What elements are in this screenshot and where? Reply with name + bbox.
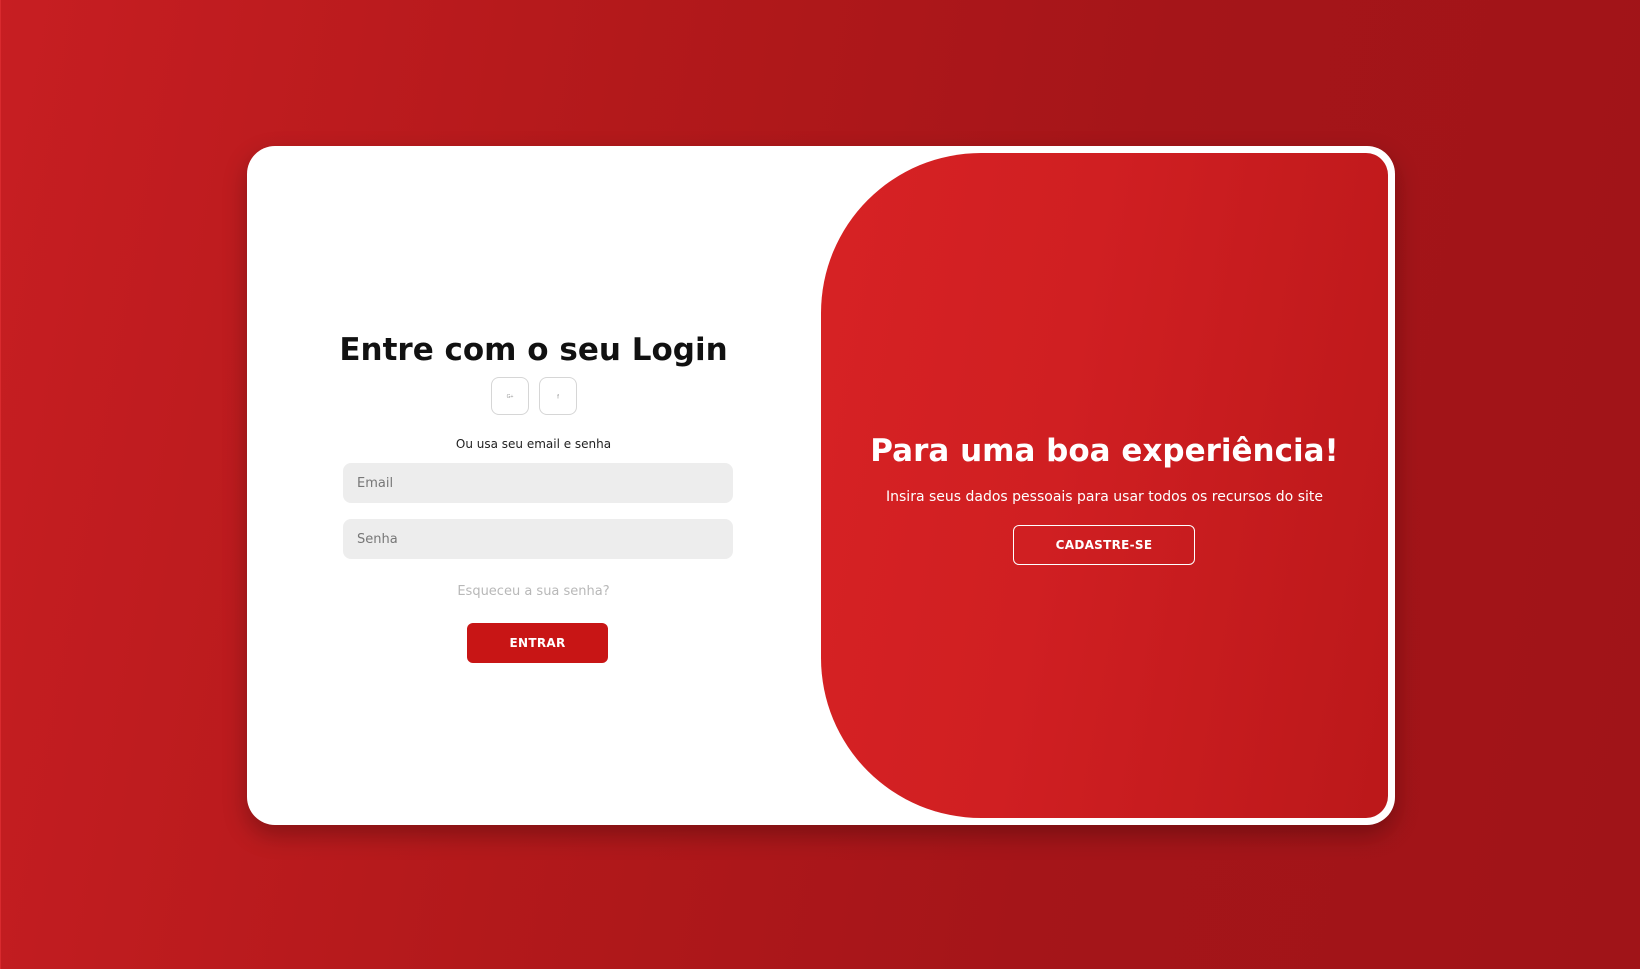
page-edge xyxy=(0,0,1,969)
facebook-button[interactable]: f xyxy=(538,377,577,415)
forgot-password-link[interactable]: Esqueceu a sua senha? xyxy=(247,584,820,599)
signup-button[interactable]: CADASTRE-SE xyxy=(1013,525,1195,565)
signup-panel: Para uma boa experiência! Insira seus da… xyxy=(821,153,1388,818)
welcome-description: Insira seus dados pessoais para usar tod… xyxy=(886,489,1323,505)
google-plus-icon: G+ xyxy=(506,394,513,400)
svg-text:G+: G+ xyxy=(506,394,513,400)
welcome-title: Para uma boa experiência! xyxy=(870,432,1339,469)
login-title: Entre com o seu Login xyxy=(339,331,728,368)
login-button[interactable]: ENTRAR xyxy=(467,623,608,663)
facebook-icon: f xyxy=(557,394,559,401)
google-plus-button[interactable]: G+ xyxy=(490,377,529,415)
alternative-login-text: Ou usa seu email e senha xyxy=(455,437,612,451)
login-panel: Entre com o seu Login G+ f Ou usa seu em… xyxy=(247,146,820,825)
social-login-buttons: G+ f xyxy=(247,377,820,415)
email-field[interactable] xyxy=(343,463,733,503)
login-card: Entre com o seu Login G+ f Ou usa seu em… xyxy=(247,146,1395,825)
svg-text:f: f xyxy=(557,394,559,401)
password-field[interactable] xyxy=(343,519,733,559)
